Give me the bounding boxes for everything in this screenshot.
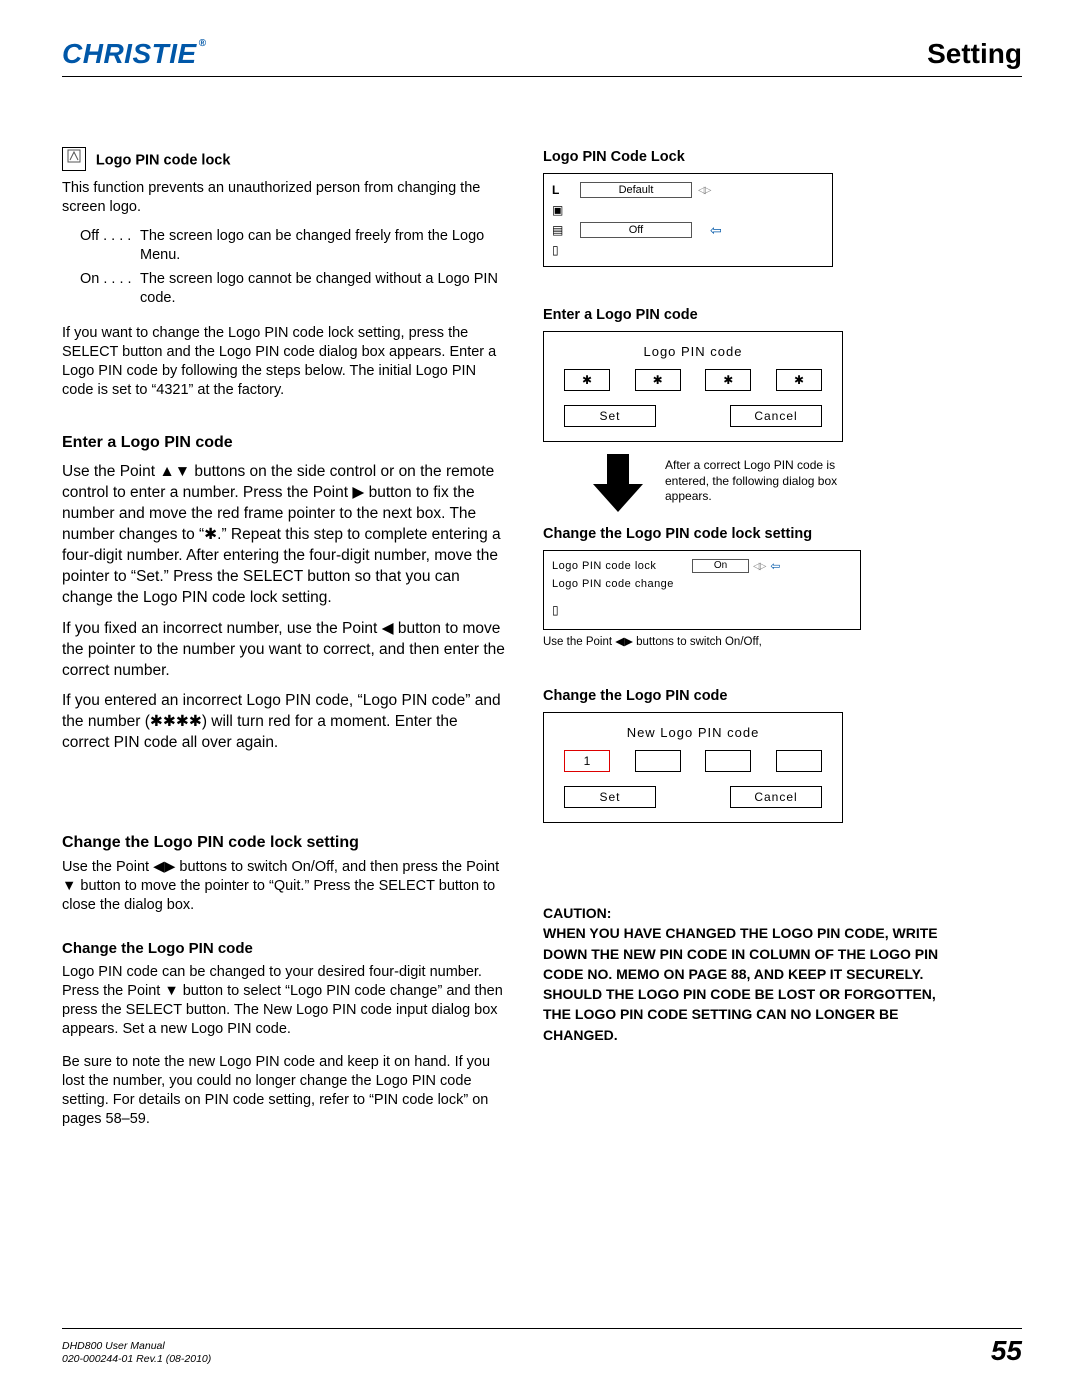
arrow-left-icon: ⇦ xyxy=(710,222,722,239)
page-footer: DHD800 User Manual 020-000244-01 Rev.1 (… xyxy=(62,1328,1022,1367)
lock-on-field[interactable]: On xyxy=(692,559,749,573)
section-title: Setting xyxy=(927,38,1022,70)
arrow-text: After a correct Logo PIN code is entered… xyxy=(665,458,855,505)
lock-setting-dialog: Logo PIN code lock On ◁▷ ⇦ Logo PIN code… xyxy=(543,550,861,630)
quit-icon: ▯ xyxy=(552,243,570,257)
enter-pin-dialog: Logo PIN code ✱ ✱ ✱ ✱ Set Cancel xyxy=(543,331,843,442)
s1-title: Logo PIN code lock xyxy=(96,153,231,169)
r-title-1: Logo PIN Code Lock xyxy=(543,149,958,165)
s1-p2: If you want to change the Logo PIN code … xyxy=(62,324,507,401)
logo-menu-box: L Default ◁▷ ▣ ▤ Off ⇦ ▯ xyxy=(543,173,833,267)
registered-icon: ® xyxy=(199,38,207,49)
triangle-up-down-icon: ▲▼ xyxy=(159,462,190,483)
s3-p1: Use the Point ◀▶ buttons to switch On/Of… xyxy=(62,858,507,915)
new-pin-digit-4[interactable] xyxy=(776,750,822,772)
on-text: The screen logo cannot be changed withou… xyxy=(140,270,507,308)
caution-block: CAUTION: WHEN YOU HAVE CHANGED THE LOGO … xyxy=(543,903,958,1045)
new-pin-digit-1[interactable]: 1 xyxy=(564,750,610,772)
triangle-left-icon: ◀ xyxy=(382,619,394,640)
s2-p1: Use the Point ▲▼ buttons on the side con… xyxy=(62,462,507,608)
s4-p1: Logo PIN code can be changed to your des… xyxy=(62,963,507,1040)
cancel-button[interactable]: Cancel xyxy=(730,786,822,808)
s4-title: Change the Logo PIN code xyxy=(62,940,507,957)
s3-title: Change the Logo PIN code lock setting xyxy=(62,834,507,852)
lock-note: Use the Point ◀▶ buttons to switch On/Of… xyxy=(543,634,958,648)
triangle-left-right-icon: ◀▶ xyxy=(153,858,175,877)
off-label: Off . . . . xyxy=(80,227,140,265)
cancel-button[interactable]: Cancel xyxy=(730,405,822,427)
pin-digit-2[interactable]: ✱ xyxy=(635,369,681,391)
new-pin-dialog: New Logo PIN code 1 Set Cancel xyxy=(543,712,843,823)
r-title-4: Change the Logo PIN code xyxy=(543,688,958,704)
capture-icon: ▣ xyxy=(552,203,570,217)
s2-title: Enter a Logo PIN code xyxy=(62,434,507,452)
new-pin-digit-3[interactable] xyxy=(705,750,751,772)
lr-arrows-icon: ◁▷ xyxy=(698,185,709,196)
enter-pin-title: Logo PIN code xyxy=(558,344,828,359)
arrow-down-icon xyxy=(583,454,653,514)
pin-digit-1[interactable]: ✱ xyxy=(564,369,610,391)
quit-icon: ▯ xyxy=(552,603,570,617)
lock-icon: ▤ xyxy=(552,223,570,237)
triangle-down-icon: ▼ xyxy=(164,982,178,1001)
page-number: 55 xyxy=(991,1335,1022,1367)
page-header: CHRISTIE® Setting xyxy=(62,38,1022,77)
triangle-left-right-icon: ◀▶ xyxy=(615,634,633,648)
brand-text: CHRISTIE xyxy=(62,38,197,69)
lock-row-1-label: Logo PIN code lock xyxy=(552,560,692,572)
on-label: On . . . . xyxy=(80,270,140,308)
new-pin-title: New Logo PIN code xyxy=(558,725,828,740)
r-title-3: Change the Logo PIN code lock setting xyxy=(543,526,958,542)
lr-arrows-icon: ◁▷ xyxy=(753,561,764,572)
pin-digit-4[interactable]: ✱ xyxy=(776,369,822,391)
lock-row-2-label: Logo PIN code change xyxy=(552,578,692,590)
christie-logo: CHRISTIE® xyxy=(62,38,207,70)
s4-p2: Be sure to note the new Logo PIN code an… xyxy=(62,1053,507,1130)
set-button[interactable]: Set xyxy=(564,786,656,808)
s2-p2: If you fixed an incorrect number, use th… xyxy=(62,619,507,682)
set-button[interactable]: Set xyxy=(564,405,656,427)
s1-body: This function prevents an unauthorized p… xyxy=(62,179,507,217)
footer-line-2: 020-000244-01 Rev.1 (08-2010) xyxy=(62,1353,211,1367)
off-text: The screen logo can be changed freely fr… xyxy=(140,227,507,265)
s2-p3: If you entered an incorrect Logo PIN cod… xyxy=(62,691,507,754)
r-title-2: Enter a Logo PIN code xyxy=(543,307,958,323)
off-field[interactable]: Off xyxy=(580,222,692,238)
pin-digit-3[interactable]: ✱ xyxy=(705,369,751,391)
footer-line-1: DHD800 User Manual xyxy=(62,1340,211,1354)
logo-pin-lock-icon xyxy=(62,147,86,171)
caution-text: WHEN YOU HAVE CHANGED THE LOGO PIN CODE,… xyxy=(543,923,958,1045)
default-field[interactable]: Default xyxy=(580,182,692,198)
new-pin-digit-2[interactable] xyxy=(635,750,681,772)
triangle-down-icon: ▼ xyxy=(62,877,76,896)
arrow-left-icon: ⇦ xyxy=(770,559,780,573)
l-icon: L xyxy=(552,183,570,197)
triangle-right-icon: ▶ xyxy=(352,483,364,504)
caution-label: CAUTION: xyxy=(543,903,958,923)
